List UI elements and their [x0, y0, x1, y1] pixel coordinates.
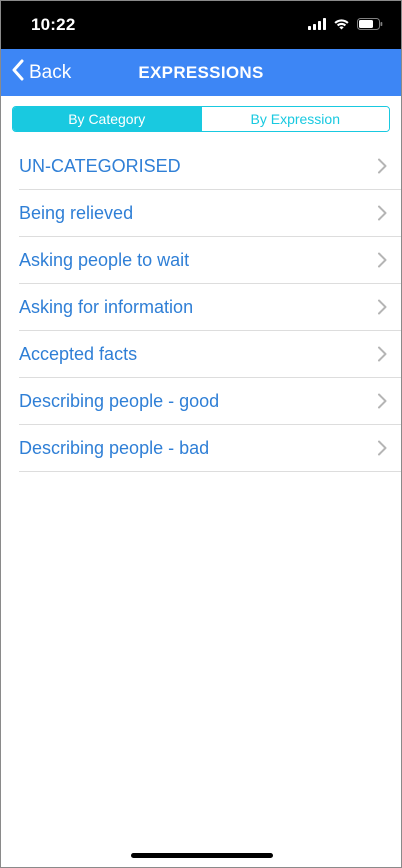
wifi-icon — [333, 17, 350, 35]
list-item-label: Being relieved — [19, 203, 134, 223]
list-item[interactable]: UN-CATEGORISED — [19, 143, 401, 190]
chevron-right-icon — [377, 299, 387, 315]
segment-by-expression[interactable]: By Expression — [200, 107, 389, 131]
view-mode-segmented-control: By Category By Expression — [12, 106, 390, 132]
list-item[interactable]: Asking people to wait — [19, 237, 401, 284]
list-item-label: Accepted facts — [19, 344, 138, 364]
list-item[interactable]: Accepted facts — [19, 331, 401, 378]
status-bar: 10:22 — [1, 1, 401, 49]
list-item-label: UN-CATEGORISED — [19, 156, 181, 176]
list-item-label: Describing people - good — [19, 391, 220, 411]
list-item[interactable]: Being relieved — [19, 190, 401, 237]
app-screen: 10:22 Back EXPRESSIONS By Category By Ex… — [0, 0, 402, 868]
status-time: 10:22 — [31, 15, 76, 34]
category-list: UN-CATEGORISED Being relieved Asking peo… — [1, 143, 401, 472]
back-label: Back — [29, 61, 72, 83]
list-item[interactable]: Describing people - good — [19, 378, 401, 425]
navigation-bar: Back EXPRESSIONS — [1, 49, 401, 96]
list-item-label: Asking people to wait — [19, 250, 190, 270]
chevron-right-icon — [377, 205, 387, 221]
back-button[interactable]: Back — [11, 49, 71, 96]
segment-by-category[interactable]: By Category — [13, 107, 201, 131]
status-icons — [308, 17, 383, 35]
chevron-right-icon — [377, 158, 387, 174]
chevron-right-icon — [377, 346, 387, 362]
battery-icon — [357, 17, 383, 35]
chevron-right-icon — [377, 252, 387, 268]
home-indicator[interactable] — [131, 853, 273, 858]
list-item-label: Describing people - bad — [19, 438, 210, 458]
chevron-right-icon — [377, 393, 387, 409]
chevron-right-icon — [377, 440, 387, 456]
list-item-label: Asking for information — [19, 297, 194, 317]
list-item[interactable]: Describing people - bad — [19, 425, 401, 472]
cellular-signal-icon — [308, 17, 326, 35]
list-item[interactable]: Asking for information — [19, 284, 401, 331]
chevron-left-icon — [11, 59, 25, 86]
